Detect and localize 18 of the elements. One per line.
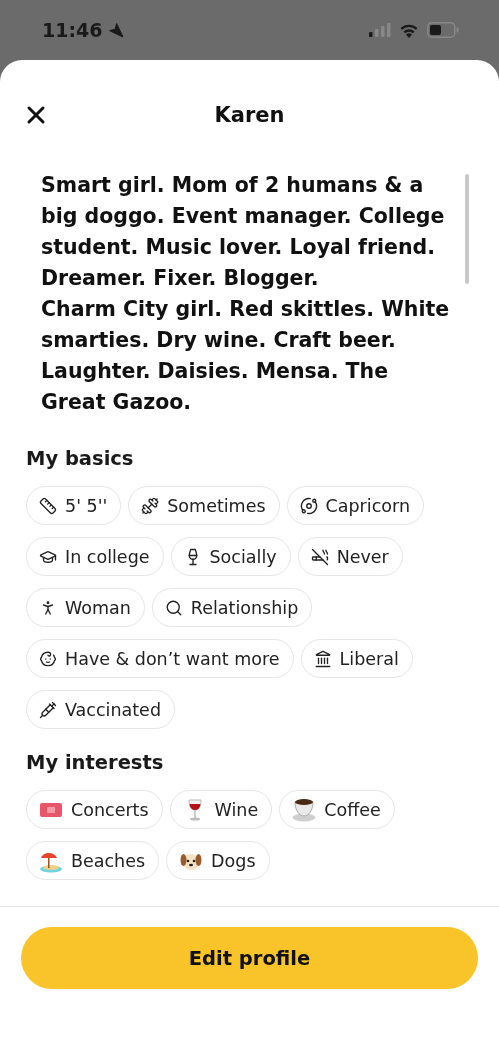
signal-icon xyxy=(369,23,391,37)
search-icon xyxy=(164,598,183,617)
status-time: 11:46 xyxy=(42,19,125,41)
ruler-icon xyxy=(39,496,57,515)
location-arrow-icon xyxy=(108,22,125,38)
profile-name: Karen xyxy=(213,103,286,127)
bio-text: Charm City girl. Red skittles. White smarties. Dry wine. Craft beer. Laughter. Daisies. Mensa. The Great Gazoo. xyxy=(41,296,451,416)
wifi-icon xyxy=(399,22,419,38)
no-smoking-icon xyxy=(310,547,329,566)
coffee-cup-icon xyxy=(292,797,317,822)
dumbbell-icon xyxy=(141,496,160,515)
section-title: My interests xyxy=(26,751,165,774)
battery-icon xyxy=(427,22,459,38)
bio-text: Smart girl. Mom of 2 humans & a big doggo. Event manager. College student. Music lover. Loyal friend. Dreamer. Fixer. Blogger. xyxy=(41,172,446,292)
edit-profile-button[interactable]: Edit profile xyxy=(21,927,478,989)
landmark-icon xyxy=(313,649,332,668)
syringe-icon xyxy=(39,700,57,719)
section-title: My basics xyxy=(26,447,135,470)
